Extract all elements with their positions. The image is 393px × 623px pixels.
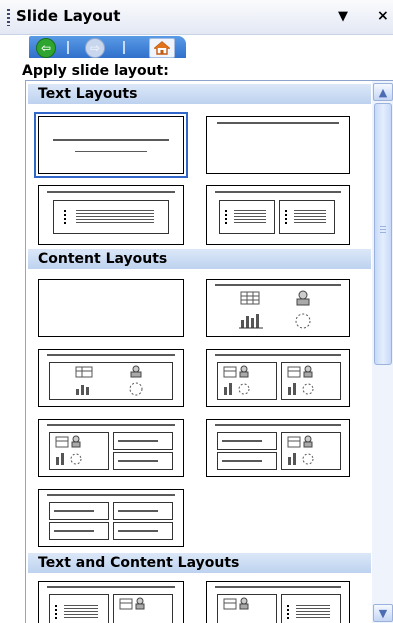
- back-arrow-icon[interactable]: ⇦: [36, 38, 56, 58]
- task-pane-titlebar: Slide Layout ▼ ×: [0, 0, 393, 35]
- layout-title-and-two-content[interactable]: [206, 349, 350, 407]
- layout-title-and-text[interactable]: [38, 185, 184, 245]
- chevron-down-icon[interactable]: ▼: [338, 9, 348, 24]
- nav-separator: [67, 41, 69, 54]
- scroll-down-button[interactable]: ▼: [373, 604, 393, 622]
- nav-button-group: ⇦ ⇨: [29, 36, 186, 58]
- task-pane-title: Slide Layout: [16, 7, 121, 25]
- layout-gallery: ▲ ▼ Text Layouts Content Layouts Text an…: [25, 80, 393, 623]
- layout-title-slide[interactable]: [34, 112, 188, 178]
- layout-title-content-and-text[interactable]: [206, 581, 350, 623]
- scroll-thumb[interactable]: [374, 103, 392, 365]
- layout-title-and-two-column-text[interactable]: [206, 185, 350, 245]
- close-icon[interactable]: ×: [377, 8, 389, 24]
- layout-title-text-and-content[interactable]: [38, 581, 184, 623]
- layout-title-two-content-and-content[interactable]: [206, 419, 350, 477]
- layout-title-and-four-content[interactable]: [38, 489, 184, 547]
- apply-slide-layout-label: Apply slide layout:: [22, 63, 169, 79]
- section-header-content-layouts: Content Layouts: [28, 249, 371, 269]
- nav-separator: [123, 41, 125, 54]
- layout-title-only[interactable]: [206, 116, 350, 174]
- layout-blank[interactable]: [38, 279, 184, 337]
- scroll-up-button[interactable]: ▲: [373, 83, 393, 101]
- drag-grip-icon[interactable]: [7, 9, 10, 26]
- forward-arrow-icon[interactable]: ⇨: [85, 38, 105, 58]
- scrollbar[interactable]: ▲ ▼: [372, 81, 393, 623]
- layout-title-and-content[interactable]: [38, 349, 184, 407]
- navigation-bar: ⇦ ⇨: [0, 35, 393, 59]
- slide-layout-pane: Slide Layout ▼ × ⇦ ⇨ Apply slide layout:…: [0, 0, 393, 623]
- home-icon[interactable]: [149, 38, 175, 58]
- layout-content[interactable]: [206, 279, 350, 337]
- section-header-text-and-content-layouts: Text and Content Layouts: [28, 553, 371, 573]
- layout-title-content-and-two-content[interactable]: [38, 419, 184, 477]
- scroll-thumb-grip: [380, 226, 386, 235]
- section-header-text-layouts: Text Layouts: [28, 84, 371, 104]
